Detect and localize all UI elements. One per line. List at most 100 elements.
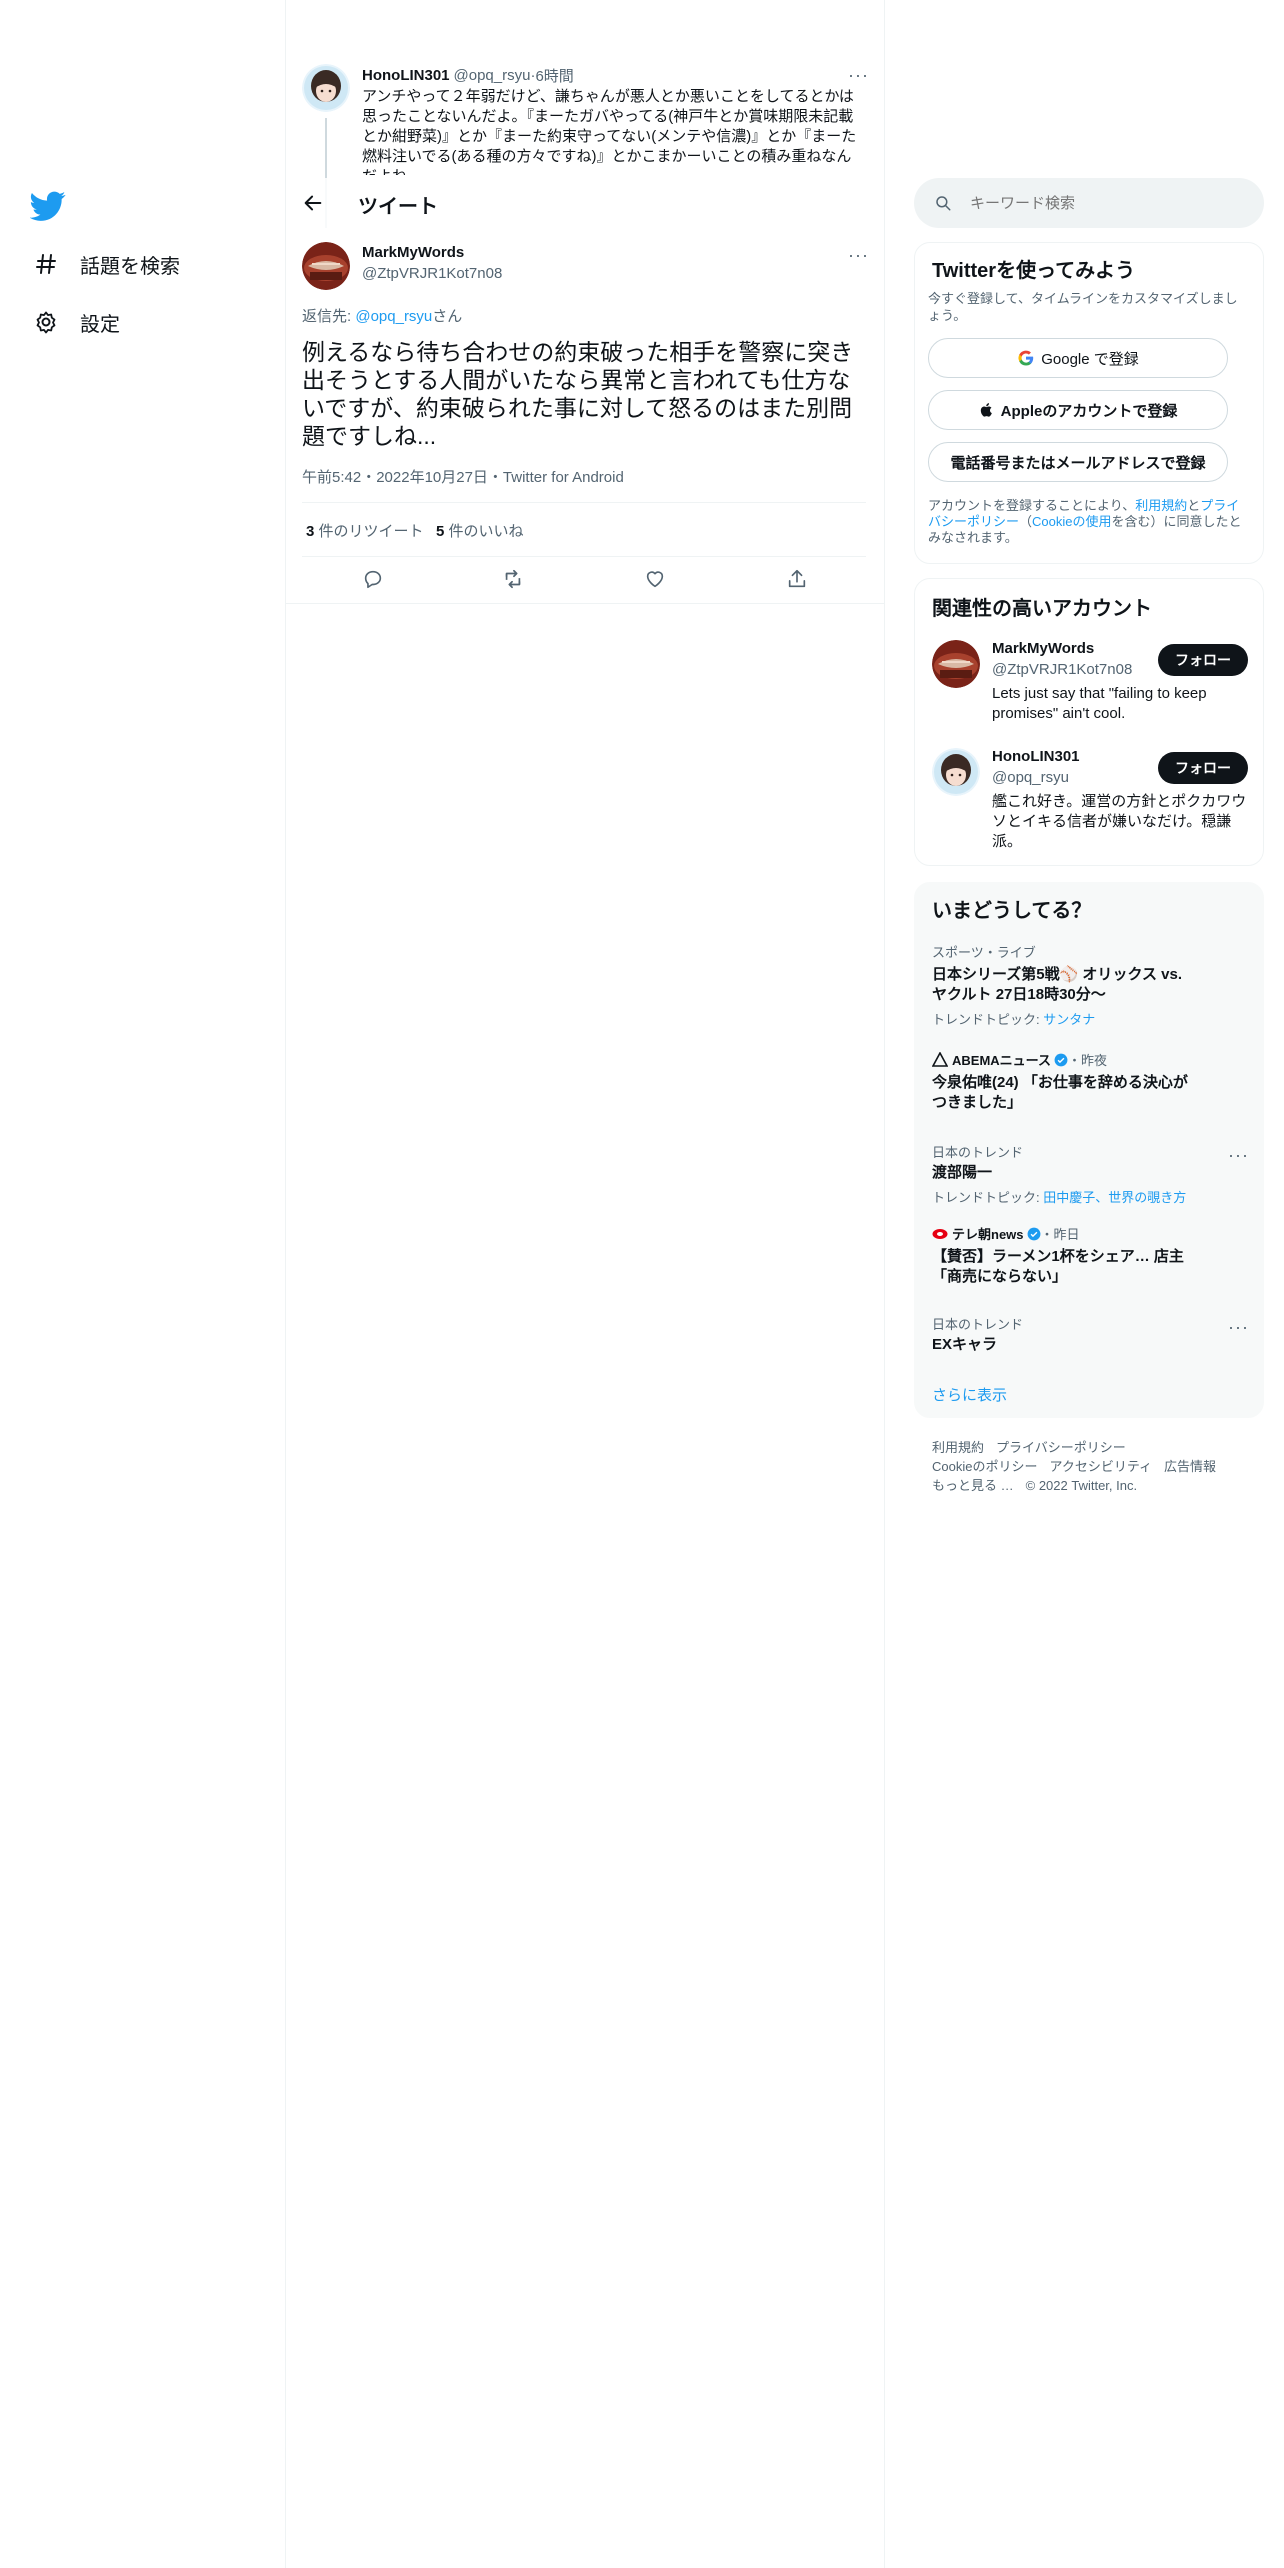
retweets-stat[interactable]: 3 件のリツイート (306, 520, 424, 541)
phone-email-signup-button[interactable]: 電話番号またはメールアドレスで登録 (928, 442, 1228, 482)
gear-icon (30, 306, 62, 338)
terms-part: と (1187, 498, 1201, 513)
back-arrow-icon[interactable] (302, 192, 324, 214)
divider (302, 502, 866, 503)
terms-text: アカウントを登録することにより、利用規約とプライバシーポリシー（Cookieの使… (928, 498, 1248, 546)
account-handle[interactable]: @opq_rsyu (992, 769, 1069, 786)
terms-part: アカウントを登録することにより、 (928, 498, 1136, 513)
google-icon (1017, 349, 1035, 367)
footer-link[interactable]: Cookieのポリシー (932, 1459, 1037, 1474)
news-item[interactable]: ABEMAニュース ・昨夜 今泉佑唯(24) 「お仕事を辞める決心がつきました」 (932, 1050, 1192, 1113)
author-handle[interactable]: @opq_rsyu (454, 67, 531, 84)
verified-icon (1027, 1227, 1041, 1241)
signup-subtitle: 今すぐ登録して、タイムラインをカスタマイズしましょう。 (928, 291, 1238, 323)
main-divider (884, 0, 885, 2568)
tweet-timestamp[interactable]: 午前5:42・2022年10月27日・Twitter for Android (302, 466, 624, 487)
more-icon[interactable]: ··· (848, 246, 869, 264)
account-name[interactable]: HonoLIN301 (992, 748, 1080, 765)
account-bio: Lets just say that "failing to keep prom… (992, 685, 1207, 722)
trend-category: スポーツ・ライブ (932, 945, 1036, 960)
twitter-logo-icon[interactable] (30, 188, 66, 224)
trend-title: EXキャラ (932, 1336, 998, 1353)
reply-icon[interactable] (362, 568, 384, 590)
more-icon[interactable]: ··· (848, 66, 869, 84)
reply-to-link[interactable]: @opq_rsyu (355, 308, 432, 325)
author-name-text[interactable]: MarkMyWords (362, 244, 464, 261)
news-source-row: テレ朝news ・昨日 (932, 1224, 1192, 1243)
trend-title: 渡部陽一 (932, 1164, 993, 1181)
retweet-icon[interactable] (502, 568, 524, 590)
show-more-link[interactable]: さらに表示 (932, 1384, 1007, 1405)
follow-button[interactable]: フォロー (1158, 752, 1248, 784)
account-handle[interactable]: @ZtpVRJR1Kot7n08 (992, 661, 1132, 678)
trend-item[interactable]: 日本のトレンド EXキャラ (932, 1314, 1192, 1355)
retweets-label: 件のリツイート (314, 523, 424, 540)
cookie-link[interactable]: Cookieの使用 (1032, 514, 1111, 529)
search-box[interactable] (914, 178, 1264, 228)
footer-link[interactable]: 広告情報 (1164, 1459, 1216, 1474)
nav-settings[interactable]: 設定 (30, 306, 120, 338)
news-time: ・昨日 (1040, 1227, 1080, 1242)
trend-topic: トレンドトピック: 田中慶子、世界の覗き方 (932, 1187, 1232, 1206)
footer-link[interactable]: プライバシーポリシー (996, 1440, 1126, 1455)
author-name[interactable]: HonoLIN301 (362, 67, 450, 84)
relevant-title: 関連性の高いアカウント (932, 598, 1152, 620)
footer-link[interactable]: アクセシビリティ (1049, 1459, 1152, 1474)
account-name[interactable]: MarkMyWords (992, 640, 1094, 657)
nav-explore[interactable]: 話題を検索 (30, 248, 180, 280)
copyright: © 2022 Twitter, Inc. (1025, 1478, 1138, 1493)
divider (286, 603, 884, 604)
apple-signup-label: Appleのアカウントで登録 (1000, 402, 1178, 420)
divider (302, 556, 866, 557)
signup-title: Twitterを使ってみよう (932, 260, 1136, 282)
more-icon[interactable]: ··· (1228, 1318, 1249, 1336)
terms-link[interactable]: 利用規約 (1135, 498, 1187, 513)
trend-category: 日本のトレンド (932, 1317, 1024, 1332)
trend-item[interactable]: スポーツ・ライブ 日本シリーズ第5戦⚾ オリックス vs. ヤクルト 27日18… (932, 942, 1192, 1028)
news-item[interactable]: テレ朝news ・昨日 【賛否】ラーメン1杯をシェア… 店主「商売にならない」 (932, 1224, 1192, 1287)
avatar[interactable] (932, 640, 980, 688)
news-title: 今泉佑唯(24) 「お仕事を辞める決心がつきました」 (932, 1074, 1188, 1111)
verified-icon (1054, 1053, 1068, 1067)
avatar[interactable] (932, 748, 980, 796)
parent-tweet-text: アンチやって２年弱だけど、謙ちゃんが悪人とか悪いことをしてるとかは思ったことない… (362, 88, 857, 175)
phone-email-signup-label: 電話番号またはメールアドレスで登録 (950, 454, 1206, 472)
google-signup-label: Google で登録 (1041, 350, 1139, 368)
terms-part: （ (1019, 514, 1033, 529)
avatar[interactable] (302, 64, 350, 112)
trend-title: 日本シリーズ第5戦⚾ オリックス vs. ヤクルト 27日18時30分〜 (932, 966, 1183, 1003)
avatar[interactable] (302, 242, 350, 290)
page-title: ツイート (358, 196, 438, 218)
share-icon[interactable] (786, 568, 808, 590)
news-source: ABEMAニュース (952, 1053, 1052, 1068)
apple-signup-button[interactable]: Appleのアカウントで登録 (928, 390, 1228, 430)
footer: 利用規約 プライバシーポリシー Cookieのポリシー アクセシビリティ 広告情報 も… (932, 1438, 1232, 1495)
trend-topic-prefix: トレンドトピック: (932, 1190, 1044, 1205)
trend-topic-prefix: トレンドトピック: (932, 1012, 1044, 1027)
reply-context: 返信先: @opq_rsyuさん (302, 305, 462, 326)
trend-topic: トレンドトピック: サンタナ (932, 1009, 1192, 1028)
likes-stat[interactable]: 5 件のいいね (436, 520, 524, 541)
tweet-text: 例えるなら待ち合わせの約束破った相手を警察に突き出そうとする人間がいたなら異常と… (302, 339, 854, 449)
trend-topic-link[interactable]: サンタナ (1043, 1012, 1095, 1027)
trend-category: 日本のトレンド (932, 1145, 1024, 1160)
footer-link[interactable]: 利用規約 (932, 1440, 984, 1455)
trends-title: いまどうしてる？ (932, 900, 1092, 922)
like-icon[interactable] (644, 568, 666, 590)
trend-topic-link[interactable]: 田中慶子、世界の覗き方 (1043, 1190, 1186, 1205)
news-time: ・昨夜 (1068, 1053, 1108, 1068)
search-input[interactable] (970, 194, 1230, 212)
google-signup-button[interactable]: Google で登録 (928, 338, 1228, 378)
nav-divider (285, 0, 286, 2568)
apple-icon (979, 401, 995, 419)
nav-explore-label: 話題を検索 (80, 255, 180, 278)
footer-more-link[interactable]: もっと見る … (932, 1478, 1014, 1493)
reply-suffix: さん (432, 308, 463, 325)
author-handle[interactable]: @ZtpVRJR1Kot7n08 (362, 265, 502, 282)
more-icon[interactable]: ··· (1228, 1146, 1249, 1164)
search-icon (934, 194, 952, 212)
tweet-time[interactable]: 6時間 (535, 65, 573, 86)
trend-item[interactable]: 日本のトレンド 渡部陽一 トレンドトピック: 田中慶子、世界の覗き方 (932, 1142, 1232, 1206)
parent-tweet-header: HonoLIN301 @opq_rsyu · 6時間 (362, 64, 864, 86)
follow-button[interactable]: フォロー (1158, 644, 1248, 676)
